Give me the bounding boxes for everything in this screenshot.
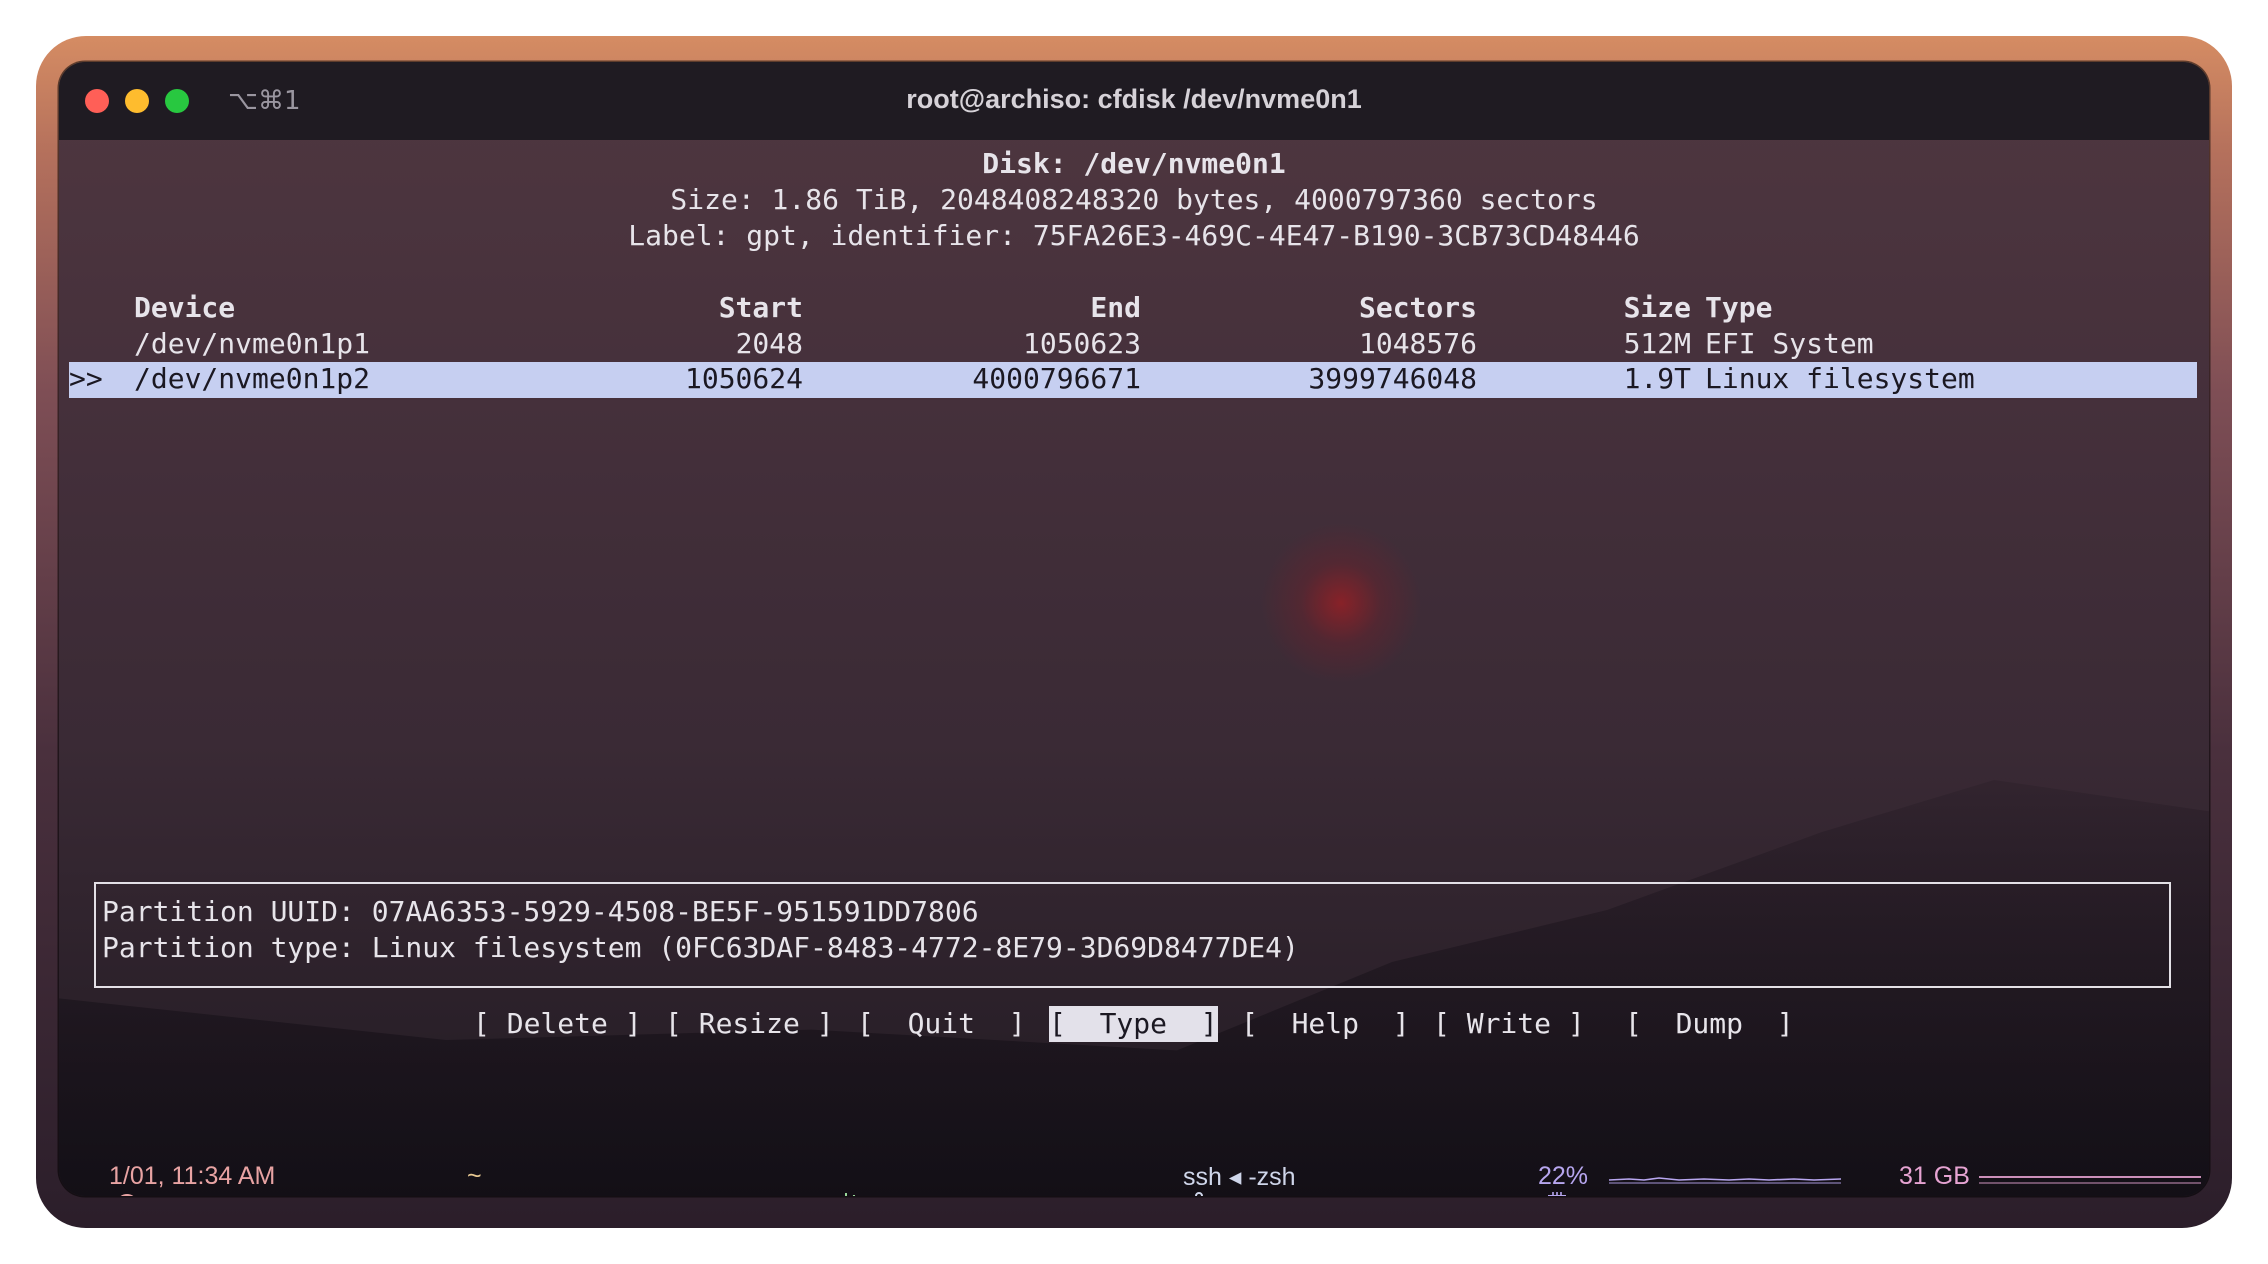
col-type: Type [1705, 291, 1773, 324]
action-menu: [ Delete ] [ Resize ] [ Quit ] [ Type ] … [59, 1006, 2209, 1042]
partition-uuid: Partition UUID: 07AA6353-5929-4508-BE5F-… [102, 895, 979, 928]
partition-row-selected[interactable]: >> /dev/nvme0n1p2 1050624 4000796671 399… [69, 362, 2197, 398]
partition-end: 4000796671 [972, 362, 1141, 395]
partition-device: /dev/nvme0n1p2 [134, 362, 371, 395]
col-sectors: Sectors [1358, 291, 1477, 324]
partition-type-info: Partition type: Linux filesystem (0FC63D… [102, 931, 1299, 964]
disk-label-line: Label: gpt, identifier: 75FA26E3-469C-4E… [628, 219, 1640, 252]
write-button[interactable]: [ Write ] [1433, 1006, 1585, 1042]
disk-header: Disk: /dev/nvme0n1 [982, 147, 1286, 180]
partition-size: 1.9T [1623, 362, 1691, 395]
row-marker: >> [69, 362, 103, 395]
memory-sparkline [1979, 1176, 2201, 1184]
type-button[interactable]: [ Type ] [1049, 1006, 1218, 1042]
disk-size-line: Size: 1.86 TiB, 2048408248320 bytes, 400… [670, 183, 1598, 216]
col-end: End [1090, 291, 1141, 324]
partition-sectors: 3999746048 [1308, 362, 1477, 395]
resize-button[interactable]: [ Resize ] [665, 1006, 834, 1042]
partition-start: 1050624 [684, 362, 803, 395]
status-process: ssh ◂ -zsh [1183, 1163, 1296, 1191]
col-device: Device [134, 291, 236, 324]
partition-start: 2048 [735, 327, 803, 360]
title-bar: ⌥⌘1 root@archiso: cfdisk /dev/nvme0n1 [59, 62, 2209, 140]
quit-button[interactable]: [ Quit ] [857, 1006, 1026, 1042]
col-size: Size [1623, 291, 1691, 324]
partition-type: EFI System [1705, 327, 1874, 360]
cpu-sparkline [1609, 1177, 1841, 1184]
table-header: Device Start End Sectors Size Type [59, 290, 2209, 326]
dump-button[interactable]: [ Dump ] [1625, 1006, 1794, 1042]
status-cpu: 22% [1538, 1162, 1589, 1190]
partition-type: Linux filesystem [1705, 362, 1975, 395]
delete-button[interactable]: [ Delete ] [473, 1006, 642, 1042]
status-datetime: 1/01, 11:34 AM [109, 1162, 276, 1190]
partition-size: 512M [1623, 327, 1691, 360]
partition-info-box: Partition UUID: 07AA6353-5929-4508-BE5F-… [94, 882, 2171, 988]
status-memory: 31 GB [1899, 1162, 1970, 1190]
partition-sectors: 1048576 [1358, 327, 1477, 360]
git-branch-icon [799, 1162, 859, 1196]
col-start: Start [718, 291, 803, 324]
terminal-window: ⌥⌘1 root@archiso: cfdisk /dev/nvme0n1 Di… [59, 62, 2209, 1196]
partition-device: /dev/nvme0n1p1 [134, 327, 371, 360]
status-bar: 1/01, 11:34 AM ~ ssh ◂ -zsh 22% 31 GB [59, 1154, 2209, 1196]
status-directory: ~ [467, 1162, 482, 1190]
help-button[interactable]: [ Help ] [1241, 1006, 1410, 1042]
partition-row[interactable]: /dev/nvme0n1p1 2048 1050623 1048576 512M… [59, 326, 2209, 362]
window-title: root@archiso: cfdisk /dev/nvme0n1 [906, 84, 1362, 114]
partition-end: 1050623 [1022, 327, 1141, 360]
